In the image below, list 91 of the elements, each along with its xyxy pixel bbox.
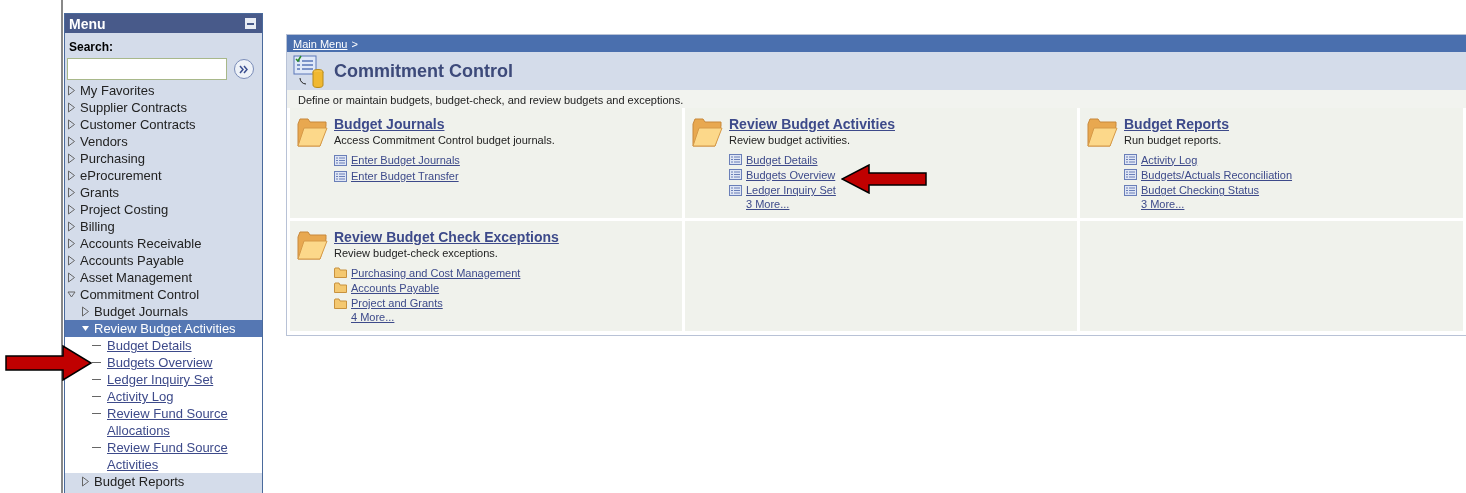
menu-item[interactable]: Commitment Control (65, 286, 262, 303)
group-link[interactable]: Budget Details (746, 153, 818, 166)
collapsed-triangle-icon[interactable] (67, 204, 76, 215)
menu-link[interactable]: Review Fund Source Activities (107, 439, 247, 473)
more-link[interactable]: 3 More... (1141, 198, 1293, 210)
page-description: Define or maintain budgets, budget-check, and review budgets and exceptions. (287, 90, 1466, 108)
expanded-triangle-icon[interactable] (81, 323, 90, 334)
menu-item[interactable]: Purchasing (65, 150, 262, 167)
group-link[interactable]: Enter Budget Transfer (351, 170, 459, 182)
menu-item[interactable]: Customer Contracts (65, 116, 262, 133)
folder-icon (296, 116, 328, 148)
collapsed-triangle-icon[interactable] (67, 255, 76, 266)
list-page-icon (1124, 169, 1137, 181)
dash-icon (92, 413, 101, 414)
menu-item[interactable]: Asset Management (65, 269, 262, 286)
search-label: Search: (69, 40, 115, 54)
group-link[interactable]: Budgets/Actuals Reconciliation (1141, 169, 1293, 181)
folder-icon (334, 282, 347, 294)
group-description: Run budget reports. (1124, 134, 1223, 146)
group-description: Review budget-check exceptions. (334, 247, 499, 259)
folder-icon (296, 229, 328, 261)
collapsed-triangle-icon[interactable] (67, 153, 76, 164)
menu-item[interactable]: Budget Reports (65, 473, 262, 490)
dash-icon (92, 379, 101, 380)
menu-item[interactable]: Accounts Receivable (65, 235, 262, 252)
dash-icon (92, 362, 101, 363)
group-link[interactable]: Enter Budget Journals (351, 154, 460, 166)
page-title: Commitment Control (334, 60, 513, 82)
collapsed-triangle-icon[interactable] (81, 476, 90, 487)
menu-item[interactable]: eProcurement (65, 167, 262, 184)
menu-item[interactable]: Review Budget Activities (65, 320, 262, 337)
group-link[interactable]: Ledger Inquiry Set (746, 184, 836, 197)
list-page-icon (334, 154, 347, 166)
dash-icon (92, 345, 101, 346)
more-link[interactable]: 4 More... (351, 311, 559, 323)
more-link[interactable]: 3 More... (746, 198, 895, 210)
menu-item[interactable]: Vendors (65, 133, 262, 150)
menu-item[interactable]: Project Costing (65, 201, 262, 218)
group-link[interactable]: Budget Checking Status (1141, 184, 1260, 197)
menu-link[interactable]: Review Fund Source Allocations (107, 405, 247, 439)
group-link[interactable]: Budgets Overview (746, 169, 836, 181)
list-page-icon (729, 184, 742, 196)
group-title-link[interactable]: Budget Journals (334, 116, 555, 132)
group-description: Access Commitment Control budget journals. (334, 134, 555, 146)
list-page-icon (334, 170, 347, 182)
menu-link[interactable]: Activity Log (107, 388, 247, 405)
folder-icon (334, 267, 347, 279)
folder-icon (691, 116, 723, 148)
collapsed-triangle-icon[interactable] (67, 85, 76, 96)
breadcrumb-separator: > (351, 37, 358, 50)
menu-link[interactable]: Ledger Inquiry Set (107, 371, 247, 388)
search-field[interactable] (67, 58, 227, 80)
menu-item[interactable]: My Favorites (65, 82, 262, 99)
collapsed-triangle-icon[interactable] (67, 136, 76, 147)
breadcrumb-link[interactable]: Main Menu (293, 37, 348, 50)
group-title-link[interactable]: Review Budget Activities (729, 116, 895, 132)
group-title-link[interactable]: Review Budget Check Exceptions (334, 229, 559, 245)
group-link[interactable]: Purchasing and Cost Management (351, 266, 521, 279)
expanded-triangle-icon[interactable] (67, 289, 76, 300)
group-link[interactable]: Project and Grants (351, 297, 443, 310)
search-go-button[interactable] (234, 59, 254, 79)
menu-item[interactable]: Accounts Payable (65, 252, 262, 269)
dash-icon (92, 396, 101, 397)
collapsed-triangle-icon[interactable] (67, 170, 76, 181)
dash-icon (92, 447, 101, 448)
list-page-icon (729, 169, 742, 181)
collapsed-triangle-icon[interactable] (67, 102, 76, 113)
collapsed-triangle-icon[interactable] (81, 306, 90, 317)
folder-icon (1086, 116, 1118, 148)
collapsed-triangle-icon[interactable] (67, 238, 76, 249)
group-link[interactable]: Activity Log (1141, 153, 1198, 166)
collapse-icon[interactable] (245, 18, 256, 29)
menu-item[interactable]: Grants (65, 184, 262, 201)
menu-item[interactable]: Supplier Contracts (65, 99, 262, 116)
menu-link[interactable]: Budget Details (107, 337, 247, 354)
chevrons-icon (239, 64, 249, 74)
folder-icon (334, 297, 347, 309)
group-description: Review budget activities. (729, 134, 852, 146)
collapsed-triangle-icon[interactable] (67, 272, 76, 283)
collapsed-triangle-icon[interactable] (67, 221, 76, 232)
list-page-icon (1124, 184, 1137, 196)
list-page-icon (729, 154, 742, 166)
group-link[interactable]: Accounts Payable (351, 282, 440, 294)
list-page-icon (1124, 154, 1137, 166)
collapsed-triangle-icon[interactable] (67, 187, 76, 198)
menu-item[interactable]: Budget Journals (65, 303, 262, 320)
menu-title: Menu (69, 15, 106, 32)
menu-item[interactable]: Billing (65, 218, 262, 235)
group-title-link[interactable]: Budget Reports (1124, 116, 1293, 132)
menu-link[interactable]: Budgets Overview (107, 354, 247, 371)
collapsed-triangle-icon[interactable] (67, 119, 76, 130)
